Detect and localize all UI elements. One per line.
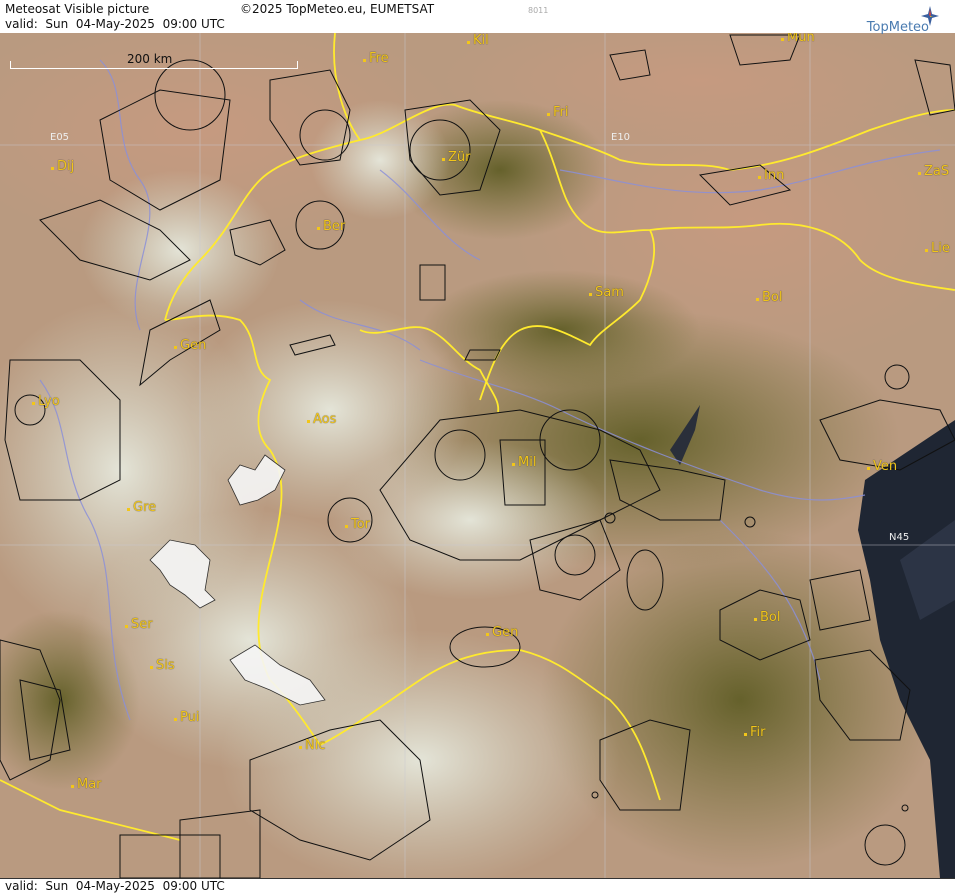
city-label-inn: Inn	[757, 168, 785, 183]
city-label-aos: Aos	[306, 412, 337, 427]
city-label-zas: ZaS	[917, 164, 950, 179]
weather-map-frame: Meteosat Visible picture valid: Sun 04-M…	[0, 0, 955, 893]
city-label-mil: Mil	[511, 455, 537, 470]
satellite-map: 200 km E05 E10 N45 Kil Mun Fre Fri Zür D…	[0, 33, 955, 878]
footer: valid: Sun 04-May-2025 09:00 UTC	[0, 878, 955, 893]
scale-bar-line	[10, 61, 298, 69]
city-label-gen-ch: Gen	[173, 338, 207, 353]
city-label-ven: Ven	[866, 459, 898, 474]
city-label-dij: Dij	[50, 159, 75, 174]
city-label-zur: Zür	[442, 150, 471, 165]
scale-bar: 200 km	[10, 52, 298, 69]
city-label-fir: Fir	[744, 725, 766, 740]
city-label-lie: Lie	[925, 241, 950, 256]
city-label-pui: Pui	[173, 710, 200, 725]
city-label-mun: Mun	[781, 33, 815, 45]
valid-time-bottom: valid: Sun 04-May-2025 09:00 UTC	[5, 879, 225, 893]
city-label-fre: Fre	[363, 51, 389, 66]
header: Meteosat Visible picture valid: Sun 04-M…	[0, 0, 955, 35]
city-label-kil: Kil	[467, 33, 489, 48]
city-label-sis: Sis	[150, 658, 175, 673]
city-label-fri: Fri	[547, 105, 569, 120]
city-label-ber: Ber	[316, 219, 346, 234]
city-label-bol-south: Bol	[753, 610, 781, 625]
map-title: Meteosat Visible picture	[5, 2, 150, 16]
copyright: ©2025 TopMeteo.eu, EUMETSAT	[240, 2, 435, 16]
grid-label-e05: E05	[50, 132, 70, 143]
city-label-gen-it: Gen	[485, 625, 519, 640]
city-label-bol-north: Bol	[755, 290, 783, 305]
city-label-lyo: Lyo	[32, 394, 60, 409]
city-label-sam: Sam	[589, 285, 624, 300]
satellite-image	[0, 33, 955, 878]
valid-time-top: valid: Sun 04-May-2025 09:00 UTC	[5, 17, 225, 31]
grid-label-n45: N45	[889, 532, 910, 543]
topmeteo-logo: TopMeteo	[846, 4, 941, 35]
city-label-ser: Ser	[125, 617, 153, 632]
city-label-mar: Mar	[71, 777, 102, 792]
image-code: 8011	[528, 6, 549, 15]
city-label-gre: Gre	[126, 500, 157, 515]
logo-text: TopMeteo	[866, 20, 929, 35]
city-label-tor: Tor	[344, 517, 371, 532]
city-label-nic: Nic	[298, 738, 326, 753]
grid-label-e10: E10	[611, 132, 631, 143]
